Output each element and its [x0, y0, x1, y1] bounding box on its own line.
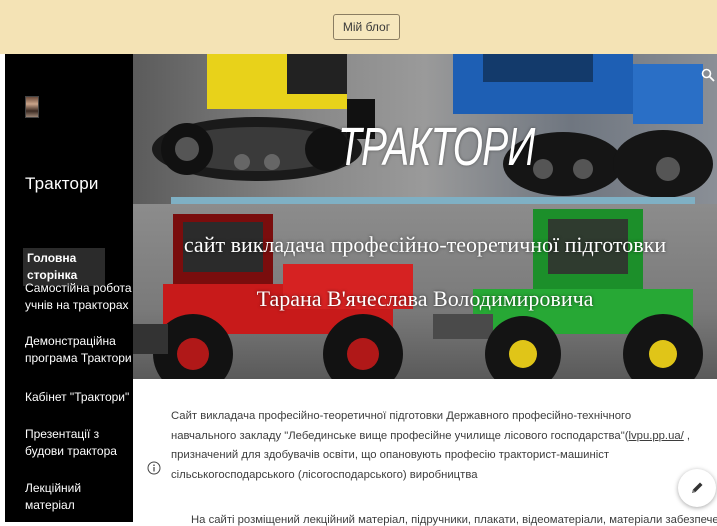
my-blog-button[interactable]: Мій блог: [333, 14, 400, 40]
college-site-link[interactable]: lvpu.pp.ua/: [629, 430, 684, 442]
intro-paragraph: Сайт викладача професійно-теоретичної пі…: [171, 407, 691, 485]
nav-item-demo-program[interactable]: Демонстраційна програма Трактори: [25, 333, 133, 367]
nav-item-lectures[interactable]: Лекційний матеріал: [25, 480, 133, 514]
intro-text-start: Сайт викладача професійно-теоретичної пі…: [171, 410, 632, 442]
hero-title: ТРАКТОРИ: [338, 117, 535, 177]
second-paragraph: На сайті розміщений лекційний матеріал, …: [191, 514, 717, 526]
profile-photo-icon[interactable]: [25, 96, 39, 118]
pencil-icon: [692, 482, 703, 493]
edit-button[interactable]: [678, 469, 716, 507]
search-icon[interactable]: [701, 68, 715, 82]
top-bar: Мій блог: [0, 0, 717, 54]
hero-subtitle-line1: сайт викладача професійно-теоретичної пі…: [183, 232, 667, 257]
nav-item-cabinet[interactable]: Кабінет "Трактори": [25, 389, 129, 406]
sidebar: Трактори Головна сторінка Самостійна роб…: [5, 54, 133, 522]
hero-accent-bar: [171, 197, 695, 204]
nav-item-presentations[interactable]: Презентації з будови трактора: [25, 426, 133, 460]
info-icon[interactable]: [147, 461, 161, 475]
hero-banner: ТРАКТОРИ сайт викладача професійно-теоре…: [133, 54, 717, 379]
site-title[interactable]: Трактори: [25, 174, 99, 194]
nav-item-independent-work[interactable]: Самостійна робота учнів на тракторах: [25, 280, 133, 314]
hero-subtitle-line2: Тарана В'ячеслава Володимировича: [256, 286, 594, 311]
main-content: Сайт викладача професійно-теоретичної пі…: [133, 379, 717, 526]
